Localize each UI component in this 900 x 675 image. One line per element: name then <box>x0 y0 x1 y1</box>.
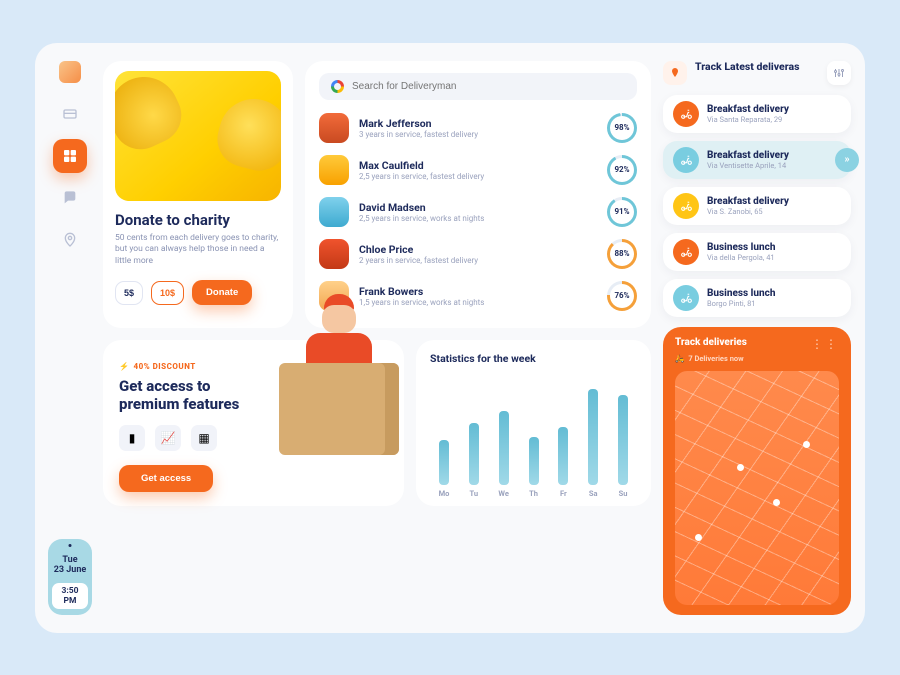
right-column: Track Latest deliveras Breakfast deliver… <box>663 61 851 615</box>
user-avatar[interactable] <box>59 61 81 83</box>
map-subtitle: 7 Deliveries now <box>688 354 743 363</box>
person-avatar <box>319 281 349 311</box>
person-avatar <box>319 197 349 227</box>
person-row[interactable]: Max Caulfield2,5 years in service, faste… <box>319 150 637 190</box>
scooter-icon <box>673 147 699 173</box>
person-name: Chloe Price <box>359 243 597 256</box>
delivery-title: Breakfast delivery <box>707 104 841 115</box>
deliveryman-panel: Mark Jefferson3 years in service, fastes… <box>305 61 651 328</box>
map-view[interactable] <box>675 371 839 605</box>
map-card: Track deliveries 🛵 7 Deliveries now ⋮⋮ <box>663 327 851 615</box>
main-area: Donate to charity 50 cents from each del… <box>103 61 651 615</box>
search-input[interactable] <box>352 81 625 92</box>
person-row[interactable]: Chloe Price2 years in service, fastest d… <box>319 234 637 274</box>
person-name: David Madsen <box>359 201 597 214</box>
donate-amount-10[interactable]: 10$ <box>151 281 184 305</box>
person-name: Frank Bowers <box>359 285 597 298</box>
stats-bar: Tu <box>464 423 484 498</box>
date-widget: Tue 23 June 3:50 PM <box>48 539 92 615</box>
delivery-title: Breakfast delivery <box>707 196 841 207</box>
donate-blurb: 50 cents from each delivery goes to char… <box>115 233 281 269</box>
delivery-title: Business lunch <box>707 242 841 253</box>
person-score: 92% <box>607 155 637 185</box>
pin-icon <box>663 61 687 85</box>
person-avatar <box>319 239 349 269</box>
stats-chart: MoTuWeThFrSaSu <box>430 371 637 498</box>
delivery-title: Breakfast delivery <box>707 150 841 161</box>
date-time: 3:50 PM <box>52 583 88 609</box>
person-row[interactable]: David Madsen2,5 years in service, works … <box>319 192 637 232</box>
get-access-button[interactable]: Get access <box>119 465 213 492</box>
date-day: Tue <box>52 555 88 565</box>
google-icon <box>331 80 344 93</box>
delivery-address: Via Ventisette Aprile, 14 <box>707 161 841 170</box>
premium-heading: Get access to premium features <box>119 377 388 413</box>
person-meta: 2,5 years in service, works at nights <box>359 214 597 223</box>
date-date: 23 June <box>52 565 88 575</box>
feature-chart-icon[interactable]: 📈 <box>155 425 181 451</box>
feature-remote-icon[interactable]: ▮ <box>119 425 145 451</box>
person-score: 98% <box>607 113 637 143</box>
person-score: 88% <box>607 239 637 269</box>
delivery-row[interactable]: Breakfast deliveryVia Ventisette Aprile,… <box>663 141 851 179</box>
person-score: 76% <box>607 281 637 311</box>
track-title: Track Latest deliveras <box>695 61 819 74</box>
map-menu-icon[interactable]: ⋮⋮ <box>811 337 839 351</box>
stats-bar: Su <box>613 395 633 498</box>
donate-card: Donate to charity 50 cents from each del… <box>103 61 293 328</box>
person-meta: 3 years in service, fastest delivery <box>359 130 597 139</box>
delivery-address: Via Santa Reparata, 29 <box>707 115 841 124</box>
donate-hero-image <box>115 71 281 201</box>
stats-title: Statistics for the week <box>430 352 637 365</box>
feature-grid-icon[interactable]: ▦ <box>191 425 217 451</box>
delivery-row[interactable]: Breakfast deliveryVia Santa Reparata, 29 <box>663 95 851 133</box>
person-avatar <box>319 155 349 185</box>
person-meta: 2 years in service, fastest delivery <box>359 256 597 265</box>
scooter-icon <box>673 101 699 127</box>
person-name: Max Caulfield <box>359 159 597 172</box>
delivery-address: Via della Pergola, 41 <box>707 253 841 262</box>
sidebar: Tue 23 June 3:50 PM <box>49 61 91 615</box>
person-row[interactable]: Frank Bowers1,5 years in service, works … <box>319 276 637 316</box>
delivery-row[interactable]: Business lunchVia della Pergola, 41 <box>663 233 851 271</box>
delivery-title: Business lunch <box>707 288 841 299</box>
scooter-icon <box>673 285 699 311</box>
person-avatar <box>319 113 349 143</box>
delivery-address: Via S. Zanobi, 65 <box>707 207 841 216</box>
nav-chat-icon[interactable] <box>53 181 87 215</box>
person-name: Mark Jefferson <box>359 117 597 130</box>
settings-button[interactable] <box>827 61 851 85</box>
delivery-row[interactable]: Business lunchBorgo Pinti, 81 <box>663 279 851 317</box>
premium-card: ⚡ 40% DISCOUNT Get access to premium fea… <box>103 340 404 506</box>
search-bar[interactable] <box>319 73 637 100</box>
scooter-icon: 🛵 <box>675 354 684 363</box>
donate-button[interactable]: Donate <box>192 280 252 305</box>
scooter-icon <box>673 239 699 265</box>
nav-location-icon[interactable] <box>53 223 87 257</box>
stats-bar: We <box>494 411 514 498</box>
stats-bar: Sa <box>583 389 603 498</box>
scooter-icon <box>673 193 699 219</box>
app-shell: Tue 23 June 3:50 PM Donate to charity 50… <box>35 43 865 633</box>
person-score: 91% <box>607 197 637 227</box>
stats-bar: Mo <box>434 440 454 498</box>
person-row[interactable]: Mark Jefferson3 years in service, fastes… <box>319 108 637 148</box>
delivery-address: Borgo Pinti, 81 <box>707 299 841 308</box>
person-meta: 1,5 years in service, works at nights <box>359 298 597 307</box>
donate-amount-5[interactable]: 5$ <box>115 281 143 305</box>
discount-badge: ⚡ 40% DISCOUNT <box>119 362 196 371</box>
nav-dashboard-icon[interactable] <box>53 139 87 173</box>
delivery-row[interactable]: Breakfast deliveryVia S. Zanobi, 65 <box>663 187 851 225</box>
bolt-icon: ⚡ <box>119 362 129 371</box>
stats-card: Statistics for the week MoTuWeThFrSaSu <box>416 340 651 506</box>
nav-card-icon[interactable] <box>53 97 87 131</box>
donate-title: Donate to charity <box>115 211 281 229</box>
person-meta: 2,5 years in service, fastest delivery <box>359 172 597 181</box>
stats-bar: Fr <box>553 427 573 498</box>
stats-bar: Th <box>524 437 544 498</box>
